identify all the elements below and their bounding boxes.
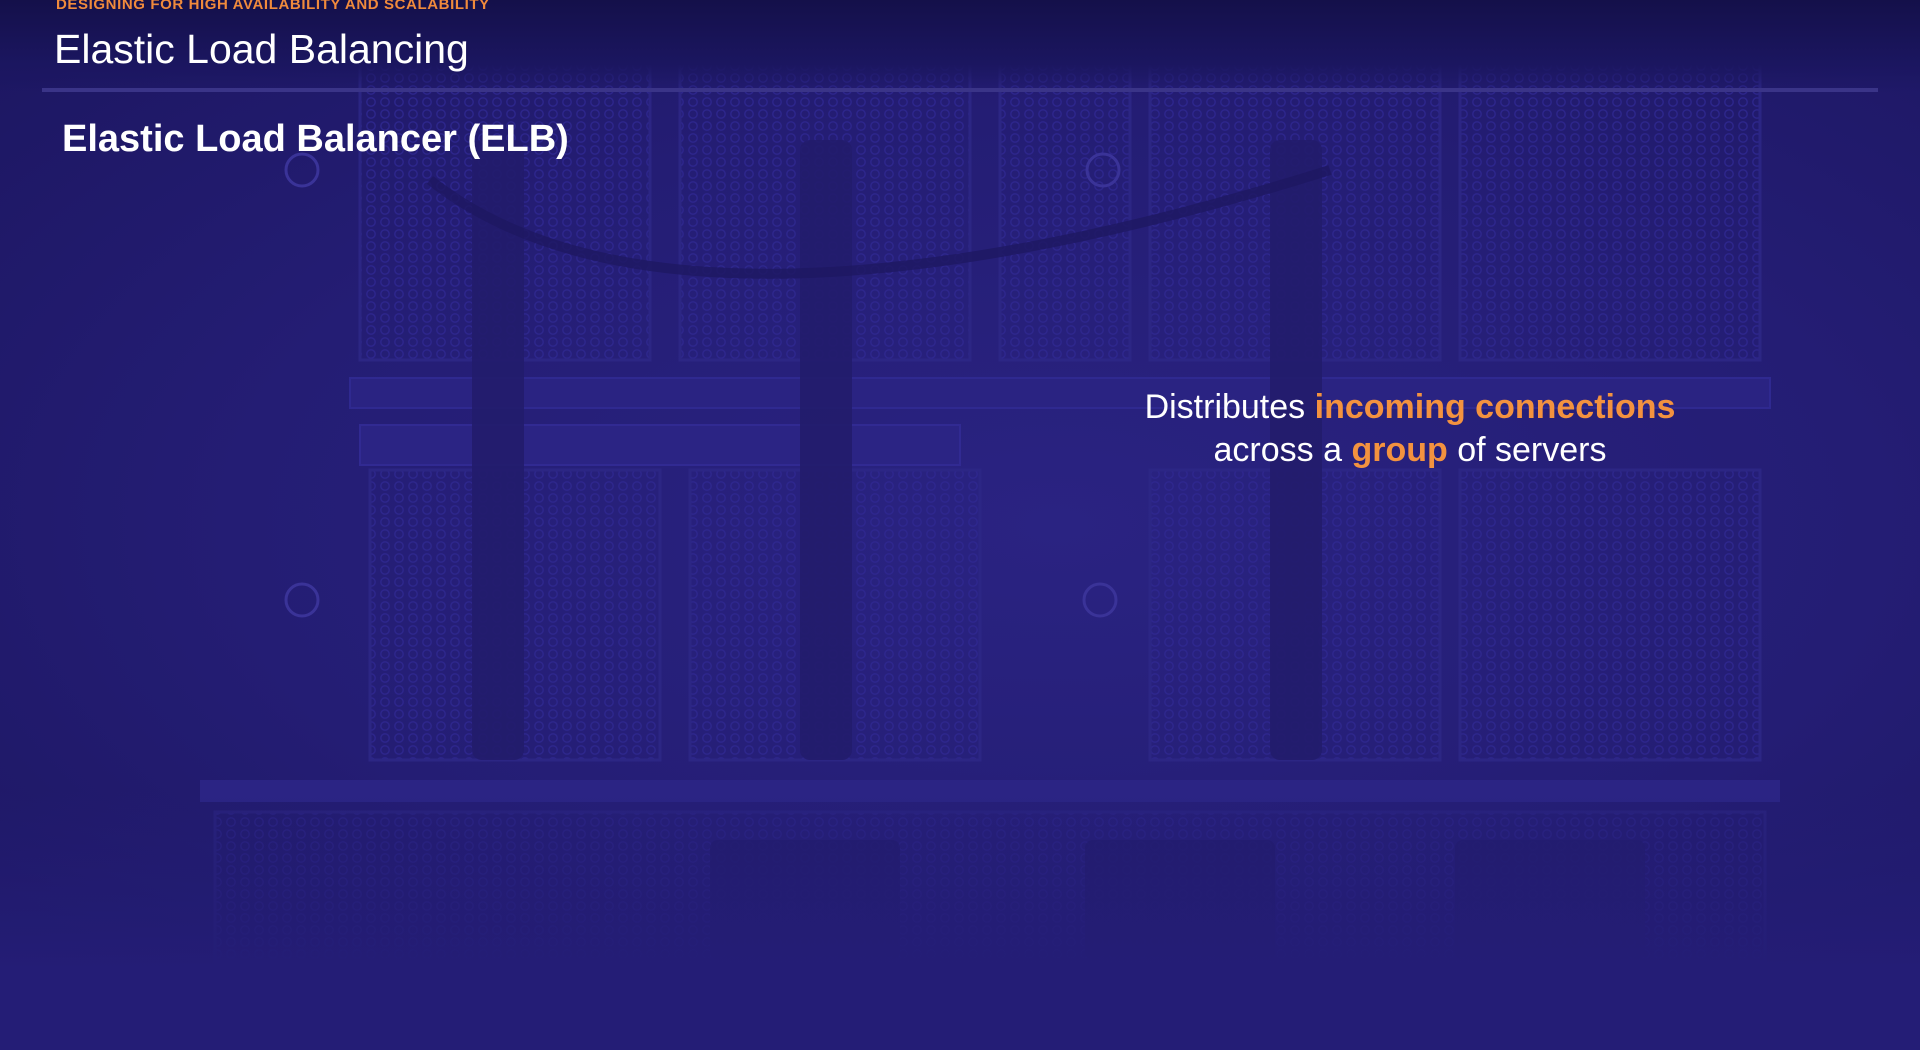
slide-header-title: Elastic Load Balancing (54, 26, 469, 72)
callout-line-2: across a group of servers (1110, 429, 1710, 472)
elb-description-callout: Distributes incoming connections across … (1110, 386, 1710, 472)
callout-highlight-group: group (1351, 431, 1448, 469)
bottom-shade (0, 790, 1920, 1050)
rack-middle-row (368, 468, 1762, 762)
callout-highlight-incoming-connections: incoming connections (1314, 388, 1676, 426)
slide: DESIGNING FOR HIGH AVAILABILITY AND SCAL… (0, 0, 1920, 1050)
callout-line-1: Distributes incoming connections (1110, 386, 1710, 429)
callout-text: across a (1213, 431, 1352, 469)
callout-text: of servers (1447, 431, 1607, 469)
course-section-label: DESIGNING FOR HIGH AVAILABILITY AND SCAL… (56, 0, 490, 13)
callout-text: Distributes (1144, 388, 1315, 426)
section-title: Elastic Load Balancer (ELB) (62, 118, 569, 160)
header-divider (42, 88, 1878, 92)
